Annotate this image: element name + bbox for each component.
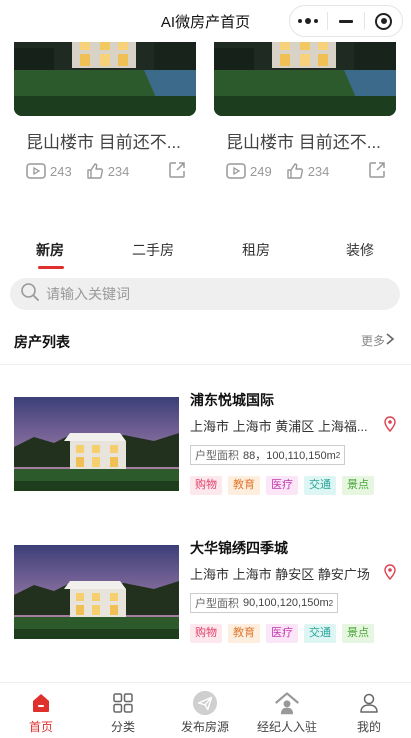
tag-transport: 交通 <box>304 624 336 643</box>
tag-education: 教育 <box>228 476 260 495</box>
search-bar[interactable] <box>10 278 400 310</box>
search-input[interactable] <box>46 286 366 302</box>
play-count: 243 <box>50 163 72 179</box>
tab-second-hand[interactable]: 二手房 <box>132 240 174 260</box>
more-link[interactable]: 更多 <box>361 332 395 349</box>
amenity-tags: 购物 教育 医疗 交通 景点 <box>190 476 374 495</box>
play-icon <box>226 163 246 179</box>
floor-area-value: 88，100,110,150m <box>243 450 336 462</box>
tab-decoration[interactable]: 装修 <box>346 240 374 260</box>
more-menu-button[interactable] <box>290 6 327 36</box>
more-dots-icon <box>298 18 319 24</box>
tag-shopping: 购物 <box>190 476 222 495</box>
tag-scenic: 景点 <box>342 476 374 495</box>
tag-medical: 医疗 <box>266 476 298 495</box>
location-pin-icon[interactable] <box>384 416 396 437</box>
unit-superscript: 2 <box>335 450 341 460</box>
nav-publish[interactable]: 发布房源 <box>164 683 246 738</box>
home-icon <box>28 690 54 716</box>
listing-name[interactable]: 浦东悦城国际 <box>190 390 274 410</box>
nav-category-label: 分类 <box>110 720 135 734</box>
listing-address: 上海市 上海市 黄浦区 上海福... <box>190 419 368 434</box>
floor-area-box: 户型面积 90,100,120,150m 2 <box>190 593 339 613</box>
send-icon <box>192 690 218 716</box>
active-tab-indicator <box>38 266 64 269</box>
video-title[interactable]: 昆山楼市 目前还不... <box>26 128 181 153</box>
villa-dusk-image <box>14 397 179 491</box>
like-count: 234 <box>107 163 130 179</box>
listing-image[interactable] <box>14 397 179 491</box>
floor-area-value: 90,100,120,150m <box>243 597 329 609</box>
like-count: 234 <box>307 163 330 179</box>
tag-medical: 医疗 <box>266 624 298 643</box>
video-title[interactable]: 昆山楼市 目前还不... <box>226 128 381 153</box>
house-person-icon <box>274 690 300 716</box>
nav-home[interactable]: 首页 <box>0 683 82 738</box>
listing-address: 上海市 上海市 静安区 静安广场 <box>190 567 370 582</box>
nav-profile[interactable]: 我的 <box>328 683 410 738</box>
like-icon[interactable] <box>86 162 104 180</box>
location-pin-icon[interactable] <box>384 564 396 585</box>
minus-icon <box>339 19 353 23</box>
amenity-tags: 购物 教育 医疗 交通 景点 <box>190 624 374 643</box>
tab-rent[interactable]: 租房 <box>242 240 270 260</box>
search-icon <box>20 282 40 307</box>
list-item[interactable]: 浦东悦城国际 上海市 上海市 黄浦区 上海福... 户型面积 88，100,11… <box>0 388 411 498</box>
nav-category[interactable]: 分类 <box>82 683 164 738</box>
nav-home-label: 首页 <box>28 720 53 734</box>
more-label: 更多 <box>360 334 385 348</box>
grid-icon <box>110 690 136 716</box>
section-title: 房产列表 <box>14 334 70 350</box>
floor-area-label: 户型面积 <box>195 450 239 462</box>
listing-name[interactable]: 大华锦绣四季城 <box>190 538 288 558</box>
tag-scenic: 景点 <box>342 624 374 643</box>
close-app-button[interactable] <box>365 6 402 36</box>
tag-transport: 交通 <box>304 476 336 495</box>
tag-education: 教育 <box>228 624 260 643</box>
share-icon[interactable] <box>168 161 186 182</box>
video-stats: 243 234 <box>26 160 186 182</box>
video-stats: 249 234 <box>226 160 386 182</box>
mini-program-capsule <box>289 5 403 37</box>
floor-area-label: 户型面积 <box>195 598 239 610</box>
divider <box>0 364 411 365</box>
user-icon <box>356 690 382 716</box>
play-icon <box>26 163 46 179</box>
nav-profile-label: 我的 <box>356 720 381 734</box>
floor-area-box: 户型面积 88，100,110,150m 2 <box>190 445 346 465</box>
nav-agent-label: 经纪人入驻 <box>256 720 317 734</box>
tag-shopping: 购物 <box>190 624 222 643</box>
target-icon <box>375 12 393 30</box>
list-item[interactable]: 大华锦绣四季城 上海市 上海市 静安区 静安广场 户型面积 90,100,120… <box>0 536 411 646</box>
listing-image[interactable] <box>14 545 179 639</box>
nav-agent[interactable]: 经纪人入驻 <box>246 683 328 738</box>
bottom-tab-bar: 首页 分类 发布房源 经纪人入驻 我的 <box>0 682 411 738</box>
minimize-button[interactable] <box>328 6 365 36</box>
header-bar: AI微房产首页 <box>0 0 411 42</box>
category-tabs: 新房 二手房 租房 装修 <box>0 230 411 270</box>
unit-superscript: 2 <box>328 598 334 608</box>
like-icon[interactable] <box>286 162 304 180</box>
chevron-right-icon <box>385 332 395 349</box>
share-icon[interactable] <box>368 161 386 182</box>
villa-dusk-image <box>14 545 179 639</box>
nav-publish-label: 发布房源 <box>180 720 229 734</box>
play-count: 249 <box>250 163 272 179</box>
tab-new-house[interactable]: 新房 <box>36 240 64 260</box>
